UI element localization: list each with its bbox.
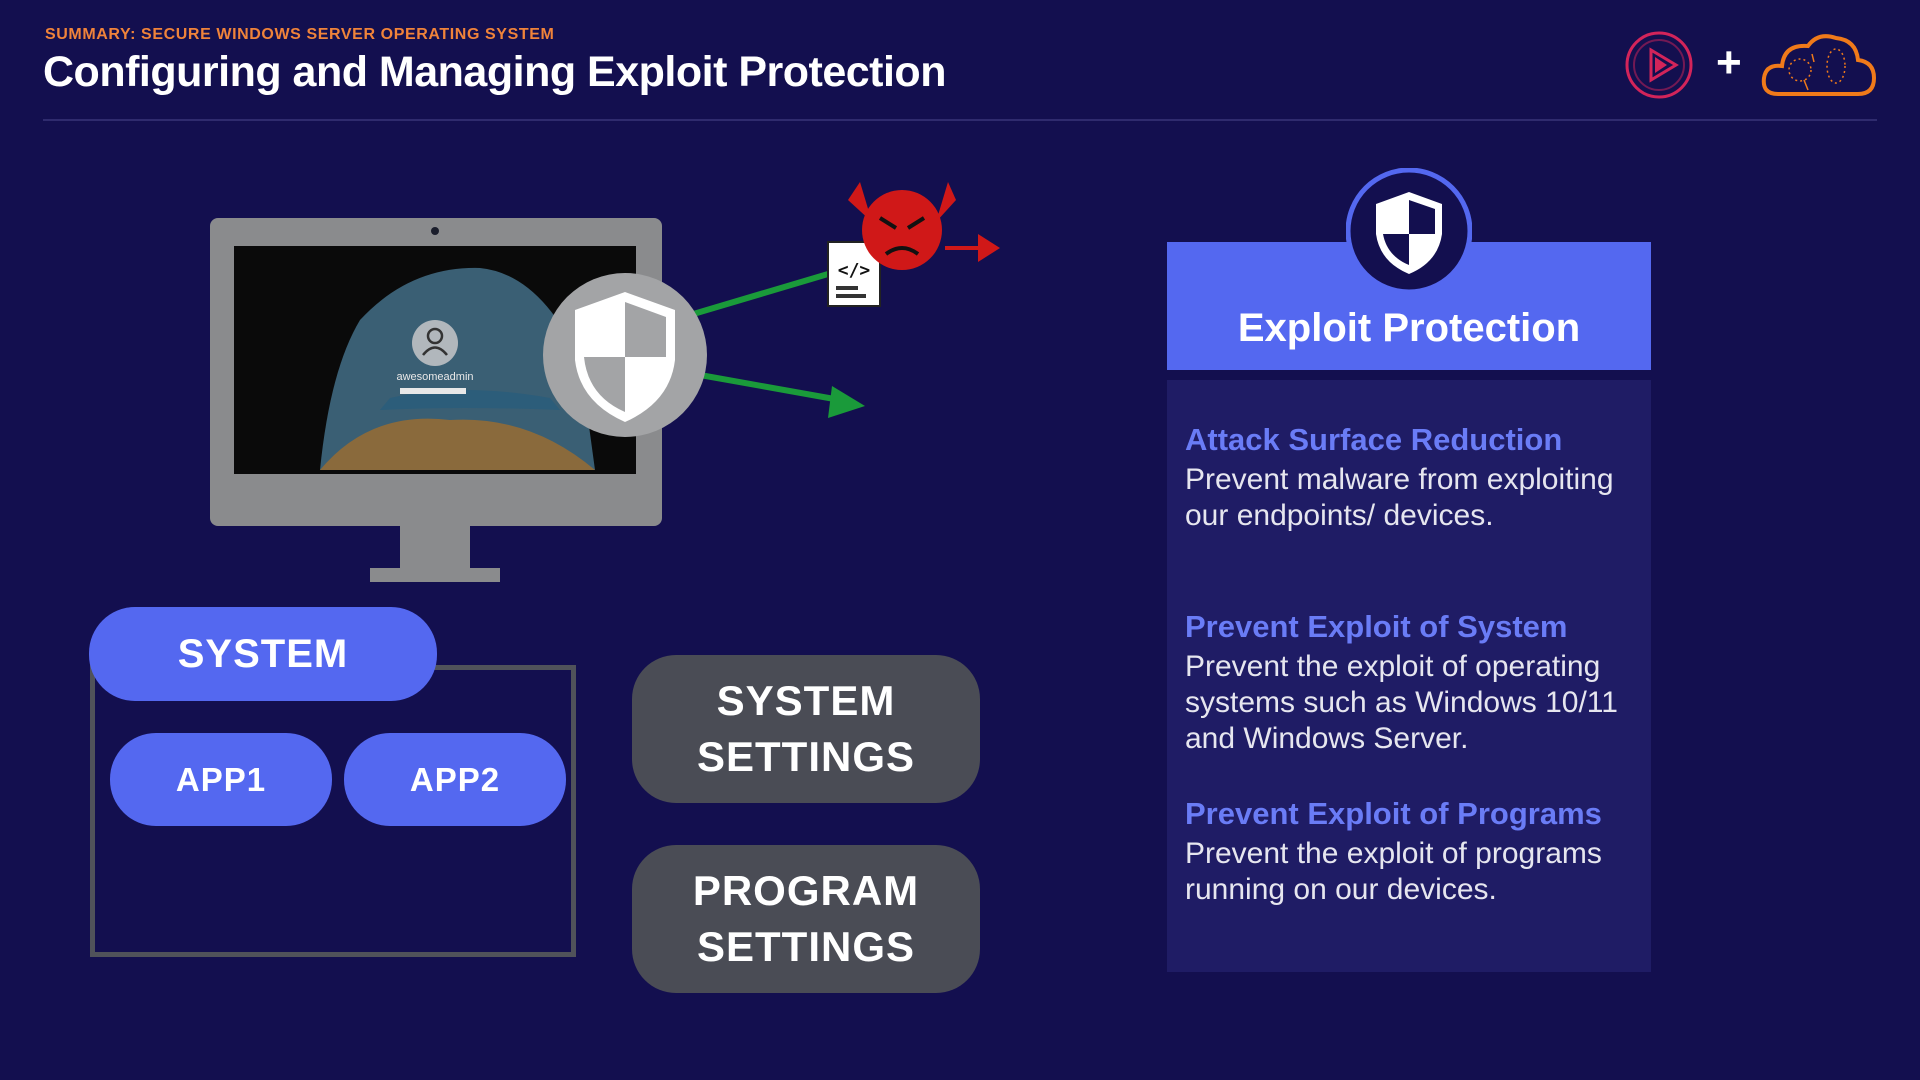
login-password-field: [400, 388, 466, 394]
monitor-base: [370, 568, 500, 582]
brand-logos: +: [1620, 30, 1880, 110]
panel-item-exploit-programs: Prevent Exploit of Programs Prevent the …: [1185, 796, 1640, 908]
item-heading: Attack Surface Reduction: [1185, 422, 1563, 457]
item-text: Prevent the exploit of operating systems…: [1185, 650, 1618, 755]
panel-title: Exploit Protection: [1237, 306, 1581, 350]
panel-item-attack-surface: Attack Surface Reduction Prevent malware…: [1185, 422, 1640, 534]
shield-icon: [1346, 168, 1472, 294]
plus-sign: +: [1716, 38, 1742, 87]
item-heading: Prevent Exploit of Programs: [1185, 796, 1602, 831]
exploit-protection-panel: Attack Surface Reduction Prevent malware…: [1167, 380, 1651, 972]
login-username: awesomeadmin: [396, 371, 473, 383]
app2-label: APP2: [344, 733, 566, 826]
app1-label: APP1: [110, 733, 332, 826]
allowed-arrow: [699, 372, 841, 403]
item-heading: Prevent Exploit of System: [1185, 609, 1568, 644]
program-settings-label: PROGRAM SETTINGS: [632, 845, 980, 993]
panel-item-exploit-system: Prevent Exploit of System Prevent the ex…: [1185, 609, 1640, 757]
header-divider: [43, 119, 1877, 121]
cloud-logo-icon: [1761, 34, 1877, 96]
allowed-arrowhead: [828, 386, 865, 418]
item-text: Prevent malware from exploiting our endp…: [1185, 463, 1614, 532]
svg-text:</>: </>: [838, 260, 871, 281]
item-text: Prevent the exploit of programs running …: [1185, 837, 1602, 906]
pluralsight-play-logo-icon: [1625, 31, 1693, 99]
section-eyebrow: SUMMARY: SECURE WINDOWS SERVER OPERATING…: [45, 26, 555, 43]
page-title: Configuring and Managing Exploit Protect…: [43, 48, 946, 96]
system-label: SYSTEM: [89, 607, 437, 701]
monitor-neck: [400, 526, 470, 568]
webcam-dot: [431, 227, 439, 235]
blocked-arrow: [689, 271, 829, 318]
system-settings-label: SYSTEM SETTINGS: [632, 655, 980, 803]
monitor-illustration: awesomeadmin </>: [210, 182, 1000, 582]
